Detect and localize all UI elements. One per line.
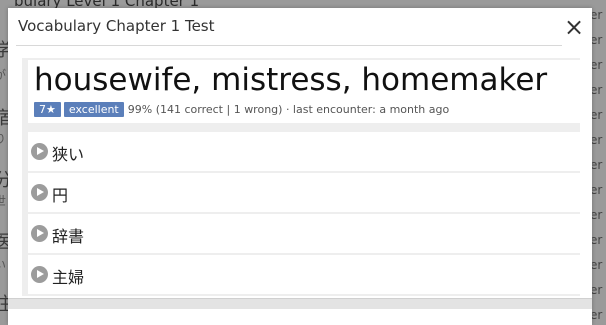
background-text-fragment: er — [590, 8, 603, 22]
grade-badge: excellent — [63, 101, 124, 117]
word-stats: 99% (141 correct | 1 wrong) · last encou… — [127, 102, 450, 116]
background-text-fragment: が — [0, 68, 7, 82]
answer-option-label: 狭い — [52, 145, 85, 164]
background-text-fragment: 宿 — [0, 104, 8, 130]
background-text-fragment: er — [590, 258, 603, 272]
background-text-fragment: er — [590, 208, 603, 222]
close-button[interactable]: × — [560, 12, 588, 42]
background-text-fragment: er — [590, 83, 603, 97]
answer-option[interactable]: 主婦 — [28, 255, 580, 294]
word-card: housewife, mistress, homemaker 7★ excell… — [28, 60, 580, 123]
background-text-fragment: er — [590, 283, 603, 297]
background-text-fragment: er — [590, 58, 603, 72]
modal-title: Vocabulary Chapter 1 Test — [18, 17, 215, 35]
background-text-fragment: 世 — [0, 194, 7, 208]
play-icon[interactable] — [31, 266, 48, 283]
prompt-word: housewife, mistress, homemaker — [34, 62, 548, 98]
level-badge: 7★ — [34, 101, 61, 117]
background-text-fragment: er — [590, 33, 603, 47]
background-text-fragment: り — [0, 132, 7, 146]
play-icon[interactable] — [31, 225, 48, 242]
background-text-fragment: er — [590, 308, 603, 322]
answer-option-label: 円 — [52, 186, 69, 205]
answer-option-label: 辞書 — [52, 227, 85, 246]
word-meta: 7★ excellent 99% (141 correct | 1 wrong)… — [34, 101, 449, 117]
background-text-fragment: er — [590, 233, 603, 247]
modal-header: Vocabulary Chapter 1 Test × — [8, 8, 592, 46]
modal-footer-bar — [8, 298, 592, 309]
play-icon[interactable] — [31, 143, 48, 160]
background-text-fragment: 学 — [0, 36, 8, 62]
header-divider — [16, 45, 562, 46]
background-text-fragment: er — [590, 158, 603, 172]
background-text-fragment: er — [590, 183, 603, 197]
answer-option[interactable]: 辞書 — [28, 214, 580, 253]
play-icon[interactable] — [31, 184, 48, 201]
answer-option-label: 主婦 — [52, 268, 85, 287]
background-text-fragment: er — [590, 108, 603, 122]
background-text-fragment: 注 — [0, 290, 8, 316]
background-text-fragment: er — [590, 133, 603, 147]
background-text-fragment: 医 — [0, 228, 8, 254]
close-icon: × — [563, 13, 585, 41]
background-text-fragment: 分 — [0, 166, 8, 192]
question-panel: housewife, mistress, homemaker 7★ excell… — [22, 58, 580, 296]
background-text-fragment: い — [0, 258, 7, 272]
test-modal: Vocabulary Chapter 1 Test × housewife, m… — [8, 8, 592, 325]
answer-option[interactable]: 円 — [28, 173, 580, 212]
answer-option[interactable]: 狭い — [28, 132, 580, 171]
